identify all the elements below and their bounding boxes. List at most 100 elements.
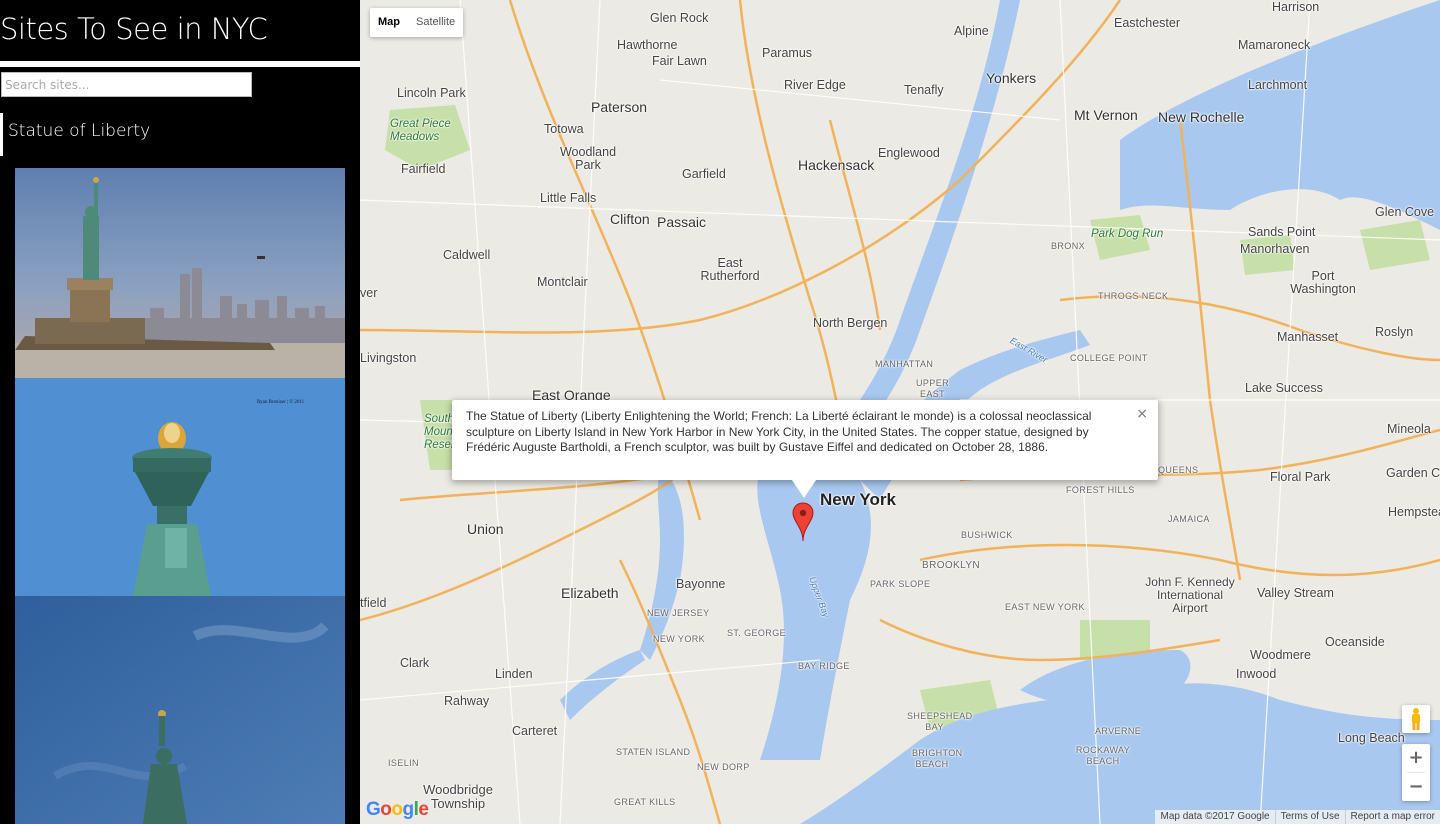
map-label: tfield [360, 596, 387, 610]
map-label: BROOKLYN [922, 560, 981, 571]
google-logo: Google [366, 799, 429, 821]
map-label: Mamaroneck [1238, 38, 1311, 52]
map-label: New Rochelle [1158, 109, 1245, 125]
map-label: COLLEGE POINT [1070, 353, 1148, 363]
map-type-control: Map Satellite [370, 8, 464, 37]
map-attribution: Map data ©2017 Google Terms of Use Repor… [1155, 810, 1440, 824]
map-marker-statue-of-liberty[interactable] [792, 502, 814, 546]
map-label: Fair Lawn [652, 54, 707, 68]
zoom-out-button[interactable]: − [1402, 773, 1430, 801]
map-label: QUEENS [1158, 465, 1199, 475]
map-label: MANHATTAN [875, 359, 934, 369]
map-label: Harrison [1272, 0, 1320, 14]
info-window-pointer [792, 480, 816, 498]
map-label: Clark [400, 656, 430, 670]
title-divider [0, 61, 360, 67]
map-label: Englewood [878, 146, 940, 160]
google-logo-letter: e [418, 799, 429, 820]
map-label: BRIGHTON BEACH [912, 748, 963, 769]
map-label: ver [360, 286, 378, 300]
map-label: River Edge [784, 78, 846, 92]
map-label: Manhasset [1277, 330, 1339, 344]
map-label: Park Dog Run [1091, 228, 1164, 240]
map-label: Hackensack [798, 157, 875, 173]
map-label: ARVERNE [1095, 726, 1142, 736]
map-label: Sands Point [1248, 225, 1316, 239]
map-label: Oceanside [1325, 635, 1385, 649]
map-label: Glen Cove [1375, 205, 1435, 219]
map-label: Yonkers [986, 70, 1037, 86]
map-label: ISELIN [388, 758, 419, 768]
map-label: Paramus [762, 46, 813, 60]
site-photo [15, 168, 345, 378]
map-label: NEW JERSEY [647, 608, 710, 618]
map-label: Glen Rock [650, 11, 709, 25]
map-label: PARK SLOPE [870, 579, 931, 589]
map-label: SHEEPSHEAD BAY [907, 711, 973, 732]
site-photo [15, 596, 345, 824]
photo-credit: Ryan Brenizer | © 2011 [257, 399, 305, 405]
map-label: Manorhaven [1240, 242, 1310, 256]
map-label: JAMAICA [1168, 514, 1210, 524]
map-label: Lake Success [1245, 381, 1323, 395]
map-label: Mt Vernon [1074, 107, 1138, 123]
map-type-satellite-button[interactable]: Satellite [408, 8, 463, 37]
map-label: Hawthorne [617, 38, 678, 52]
map-label: North Bergen [813, 316, 888, 330]
google-logo-letter: G [366, 799, 381, 820]
map-label: ROCKAWAY BEACH [1075, 745, 1131, 766]
map-label: Rahway [444, 694, 490, 708]
app-title: Sites To See in NYC [0, 12, 268, 46]
map-label: Lincoln Park [397, 86, 466, 100]
map-label: Totowa [544, 122, 584, 136]
map-label: Bayonne [676, 577, 726, 591]
map-label: Passaic [657, 214, 707, 230]
site-list-item-label: Statue of Liberty [8, 121, 151, 141]
map-label: Paterson [591, 99, 648, 115]
map-label: Fairfield [401, 162, 446, 176]
map-label: John F. Kennedy International Airport [1145, 575, 1235, 615]
street-view-pegman-icon[interactable] [1402, 705, 1430, 733]
close-icon[interactable]: × [1136, 406, 1148, 422]
map-label: STATEN ISLAND [616, 747, 691, 757]
map-label: Mineola [1387, 422, 1431, 436]
map-data-attribution: Map data ©2017 Google [1160, 811, 1270, 822]
map-label: Great Piece Meadows [390, 118, 451, 143]
map-label: Garfield [682, 167, 726, 181]
map-label: Woodmere [1250, 648, 1311, 662]
map-label: Linden [495, 667, 533, 681]
map-label: Inwood [1236, 667, 1277, 681]
map-label: NEW DORP [697, 762, 750, 772]
zoom-in-button[interactable]: + [1402, 744, 1430, 772]
map-label: Floral Park [1270, 470, 1331, 484]
site-list-item-statue-of-liberty[interactable]: Statue of Liberty [0, 113, 360, 156]
map-label: Garden City [1386, 466, 1440, 480]
map-label: New York [820, 490, 896, 509]
map-label: Woodland Park [559, 145, 617, 172]
map-label: Port Washington [1290, 269, 1356, 296]
map-label: Carteret [512, 724, 558, 738]
map-label: Eastchester [1114, 16, 1181, 30]
report-map-error-link[interactable]: Report a map error [1344, 810, 1440, 824]
map-label: Little Falls [540, 191, 597, 205]
map-label: Valley Stream [1257, 586, 1334, 600]
google-logo-letter: o [391, 799, 403, 820]
map[interactable]: Glen Rock Hawthorne Paramus Fair Lawn Ri… [360, 0, 1440, 824]
map-label: Livingston [360, 351, 417, 365]
map-label: Roslyn [1375, 325, 1414, 339]
map-type-map-button[interactable]: Map [370, 8, 408, 37]
map-label: Larchmont [1248, 78, 1308, 92]
map-label: Elizabeth [561, 585, 619, 601]
map-label: BUSHWICK [961, 530, 1013, 540]
map-label: Union [467, 521, 504, 537]
map-label: Hempstead [1388, 505, 1440, 519]
map-label: Tenafly [904, 83, 944, 97]
terms-of-use-link[interactable]: Terms of Use [1274, 810, 1345, 824]
info-window-description: The Statue of Liberty (Liberty Enlighten… [466, 409, 1092, 454]
search-input[interactable] [1, 72, 252, 97]
map-label: Alpine [954, 24, 989, 38]
map-label: EAST NEW YORK [1005, 602, 1085, 612]
map-label: ST. GEORGE [727, 628, 787, 638]
map-label: East Rutherford [700, 256, 760, 283]
map-label: NEW YORK [653, 634, 706, 644]
